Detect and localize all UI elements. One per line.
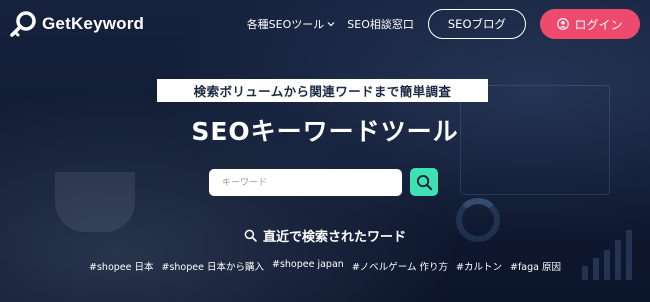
recent-tag[interactable]: #shopee 日本 xyxy=(89,259,153,273)
recent-tag[interactable]: #faga 原因 xyxy=(510,259,561,273)
search-icon xyxy=(416,174,432,190)
keyword-search-input[interactable] xyxy=(209,169,402,196)
nav-seo-consultation-label: SEO相談窓口 xyxy=(347,18,414,31)
nav-seo-consultation[interactable]: SEO相談窓口 xyxy=(347,16,414,32)
recent-tag[interactable]: #カルトン xyxy=(456,259,502,273)
login-button-label: ログイン xyxy=(574,17,623,32)
logo-text: GetKeyword xyxy=(42,14,145,33)
recent-tags-list: #shopee 日本 #shopee 日本から購入 #shopee japan … xyxy=(0,259,650,273)
user-icon xyxy=(557,18,570,30)
seo-blog-button-label: SEOブログ xyxy=(447,17,506,31)
nav-seo-tools-label: 各種SEOツール xyxy=(246,18,325,31)
recent-searches-heading: 直近で検索されたワード xyxy=(0,226,650,245)
chevron-down-icon xyxy=(327,22,335,27)
search-icon xyxy=(244,229,257,242)
recent-tag[interactable]: #ノベルゲーム 作り方 xyxy=(352,259,448,273)
recent-searches-heading-text: 直近で検索されたワード xyxy=(262,230,406,245)
recent-tag[interactable]: #shopee 日本から購入 xyxy=(162,259,264,273)
background-cup-decoration xyxy=(55,172,135,232)
seo-blog-button[interactable]: SEOブログ xyxy=(427,9,526,39)
search-button[interactable] xyxy=(410,168,438,196)
nav-seo-tools[interactable]: 各種SEOツール xyxy=(247,16,336,32)
main-nav: 各種SEOツール SEO相談窓口 SEOブログ ログイン xyxy=(247,9,640,39)
hero-tagline: 検索ボリュームから関連ワードまで簡単調査 xyxy=(157,79,488,102)
site-header: GetKeyword 各種SEOツール SEO相談窓口 SEOブログ ログイン xyxy=(0,0,650,48)
login-button[interactable]: ログイン xyxy=(540,9,640,39)
logo-key-magnifier-icon xyxy=(10,11,36,37)
recent-tag[interactable]: #shopee japan xyxy=(272,259,344,273)
page-title: SEOキーワードツール xyxy=(191,117,459,146)
logo[interactable]: GetKeyword xyxy=(8,9,144,39)
